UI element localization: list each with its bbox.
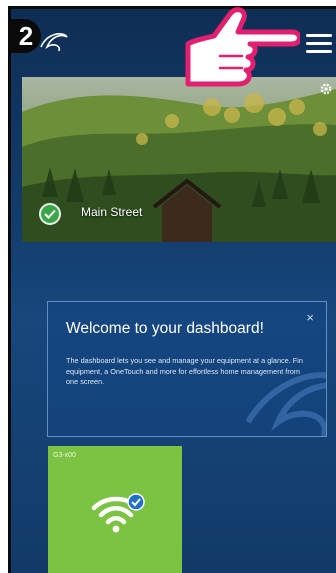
hamburger-menu-icon[interactable] xyxy=(306,34,332,54)
brand-swoosh-icon xyxy=(40,33,68,52)
location-card[interactable]: Main Street xyxy=(22,77,336,242)
screenshot-frame: 2 Main Street Welcome to your dashboard!… xyxy=(0,0,336,573)
location-photo xyxy=(22,77,336,242)
pointing-hand-icon xyxy=(185,7,300,87)
location-name: Main Street xyxy=(81,205,143,219)
welcome-title: Welcome to your dashboard! xyxy=(66,320,264,337)
welcome-panel: Welcome to your dashboard! × The dashboa… xyxy=(47,301,327,437)
device-label: G3-x00 xyxy=(53,452,76,459)
check-badge-icon xyxy=(127,493,145,511)
gear-icon[interactable] xyxy=(319,82,333,96)
wifi-icon xyxy=(91,493,145,533)
close-icon[interactable]: × xyxy=(306,310,314,325)
device-tile[interactable]: G3-x00 xyxy=(48,446,182,573)
check-circle-icon xyxy=(39,203,61,225)
welcome-description: The dashboard lets you see and manage yo… xyxy=(66,356,303,386)
